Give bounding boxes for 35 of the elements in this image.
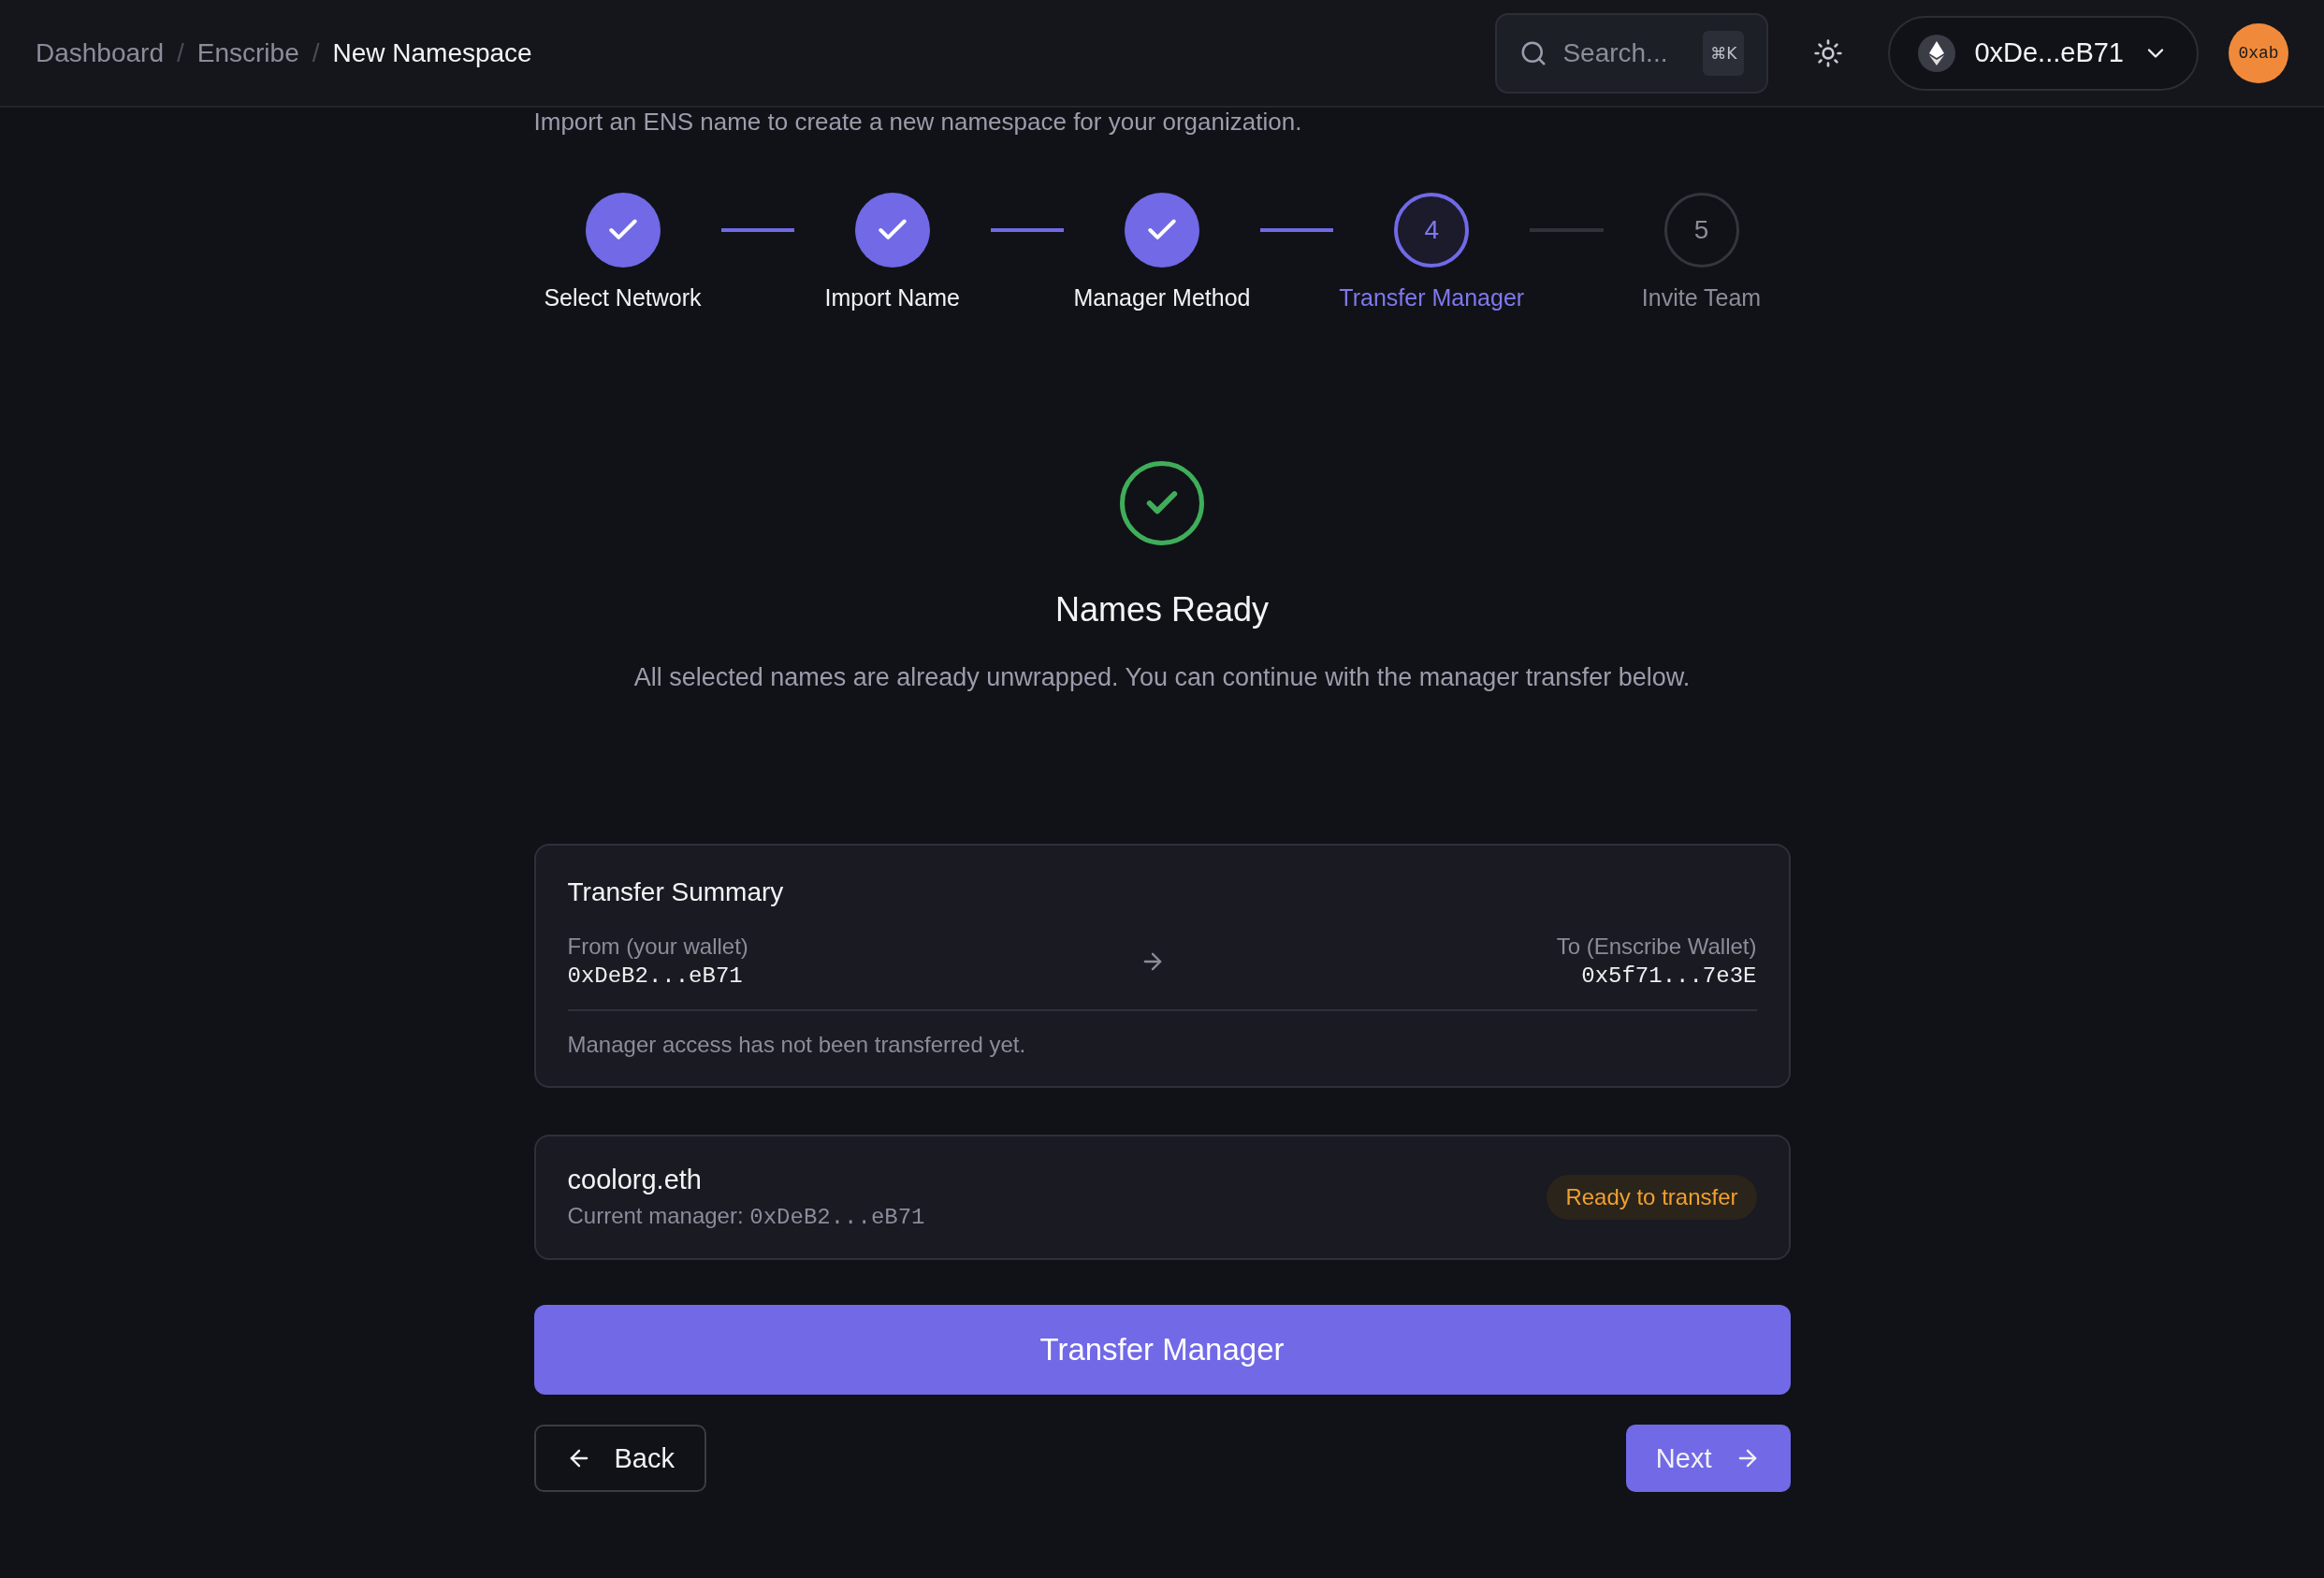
breadcrumb-separator: / <box>177 37 184 68</box>
to-label: To (Enscribe Wallet) <box>1556 934 1757 961</box>
status-badge: Ready to transfer <box>1547 1175 1757 1221</box>
success-check-icon <box>1120 461 1204 546</box>
sun-icon <box>1813 37 1844 68</box>
next-button[interactable]: Next <box>1625 1425 1791 1493</box>
ethereum-icon <box>1918 34 1956 72</box>
status-message: All selected names are already unwrapped. You can continue with the manager transfer below. <box>633 663 1691 693</box>
step-label: Manager Method <box>1073 284 1251 312</box>
step-label: Transfer Manager <box>1339 284 1525 312</box>
shortcut-key: ⌘K <box>1703 30 1745 76</box>
search-input[interactable]: Search... <box>1561 36 1691 69</box>
from-address: 0xDeB2...eB71 <box>567 963 743 990</box>
ens-name: coolorg.eth <box>567 1165 702 1196</box>
step-label: Import Name <box>824 284 960 312</box>
wallet-button[interactable]: 0xDe...eB71 <box>1888 15 2199 91</box>
step-label: Invite Team <box>1641 284 1762 312</box>
from-label: From (your wallet) <box>567 934 748 961</box>
step-label: Select Network <box>544 284 702 312</box>
step-circle: 5 <box>1663 193 1739 268</box>
breadcrumb-link[interactable]: Dashboard <box>36 37 164 68</box>
breadcrumb-separator: / <box>312 37 320 68</box>
avatar[interactable]: 0xab <box>2229 22 2288 83</box>
breadcrumb-link[interactable]: New Namespace <box>332 37 532 68</box>
breadcrumb-link[interactable]: Enscribe <box>196 37 299 68</box>
page-subtitle: Import an ENS name to create a new namespace for your organization. <box>533 108 1303 138</box>
back-button[interactable]: Back <box>533 1425 706 1493</box>
transfer-manager-button[interactable]: Transfer Manager <box>533 1305 1791 1396</box>
current-manager: Current manager: 0xDeB2...eB71 <box>567 1203 925 1231</box>
search-bar[interactable]: Search... ⌘K <box>1495 12 1769 94</box>
to-address: 0x5f71...7e3E <box>1581 963 1757 990</box>
transfer-note: Manager access has not been transferred yet. <box>567 1032 1027 1059</box>
step-circle: 4 <box>1394 193 1470 268</box>
status-title: Names Ready <box>1054 590 1270 630</box>
card-title: Transfer Summary <box>567 877 785 908</box>
